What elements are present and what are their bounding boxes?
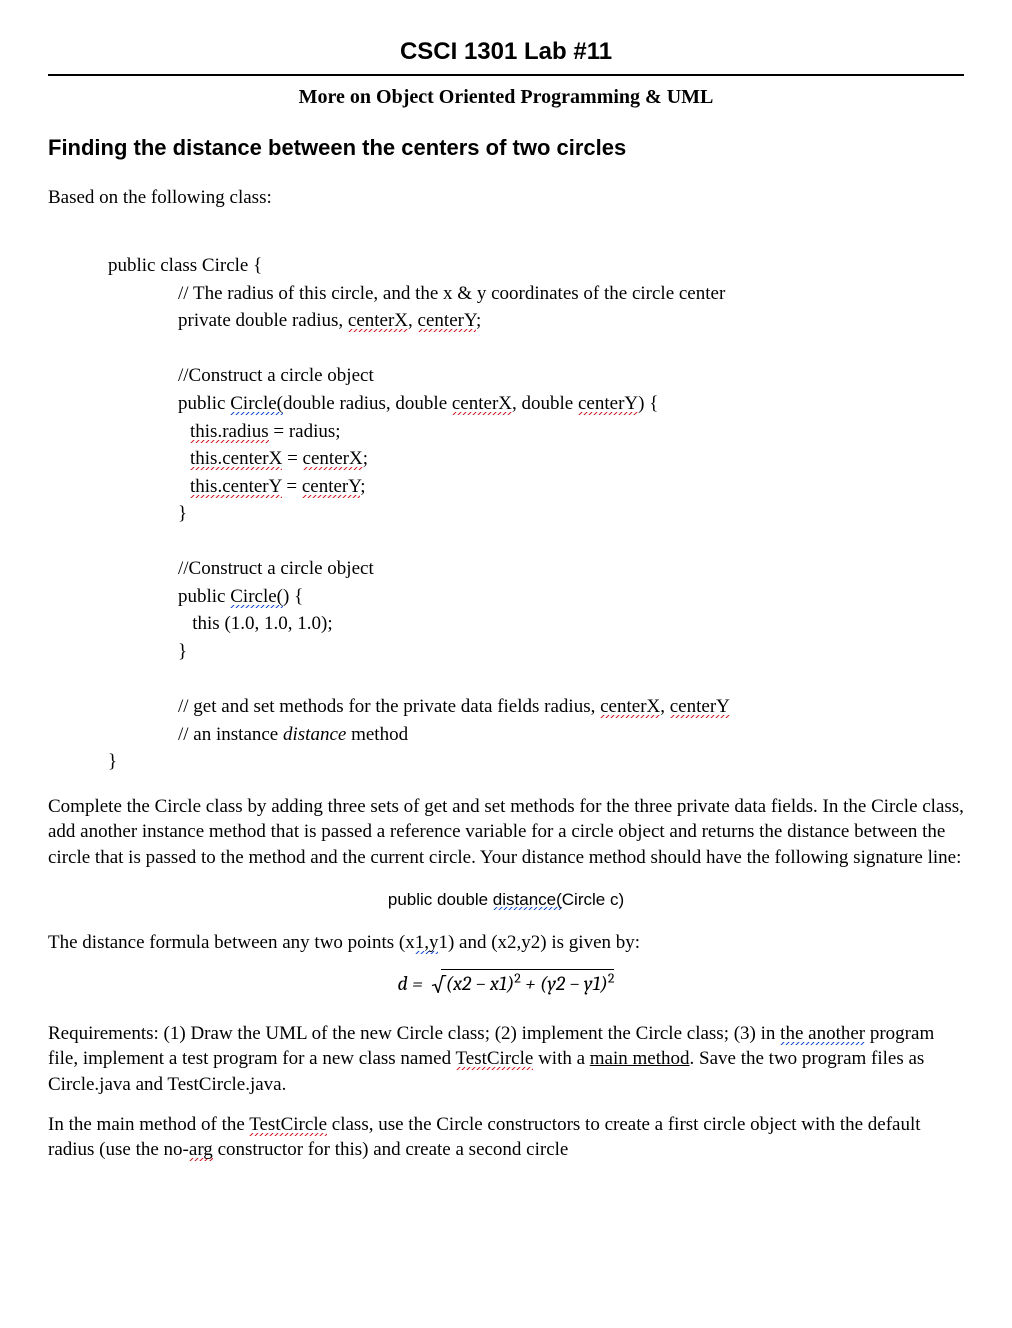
- intro-paragraph: Based on the following class:: [48, 185, 964, 211]
- code-line: public Circle() {: [108, 583, 303, 611]
- method-signature: public double distance(Circle c): [48, 889, 964, 912]
- paragraph: Requirements: (1) Draw the UML of the ne…: [48, 1021, 964, 1098]
- code-line: this.radius = radius;: [108, 418, 341, 446]
- code-line: // an instance distance method: [108, 721, 408, 749]
- code-line: this.centerY = centerY;: [108, 473, 366, 501]
- code-line: this.centerX = centerX;: [108, 445, 368, 473]
- section-heading: Finding the distance between the centers…: [48, 133, 964, 163]
- code-line: // get and set methods for the private d…: [108, 693, 730, 721]
- code-line: private double radius, centerX, centerY;: [108, 307, 481, 335]
- code-line: public Circle(double radius, double cent…: [108, 390, 658, 418]
- code-line: }: [108, 500, 187, 528]
- paragraph: Complete the Circle class by adding thre…: [48, 794, 964, 871]
- code-line: }: [108, 751, 117, 772]
- code-line: //Construct a circle object: [108, 555, 374, 583]
- paragraph: The distance formula between any two poi…: [48, 930, 964, 956]
- document-subtitle: More on Object Oriented Programming & UM…: [48, 84, 964, 111]
- code-line: }: [108, 638, 187, 666]
- course-title: CSCI 1301 Lab #11: [48, 36, 964, 68]
- code-line: //Construct a circle object: [108, 362, 374, 390]
- header-divider: [48, 74, 964, 76]
- code-block: public class Circle { // The radius of t…: [108, 225, 964, 776]
- distance-formula: d = √(x2 − x1)2 + (y2 − y1)2: [48, 969, 964, 999]
- code-line: // The radius of this circle, and the x …: [108, 280, 725, 308]
- paragraph: In the main method of the TestCircle cla…: [48, 1112, 964, 1163]
- code-line: this (1.0, 1.0, 1.0);: [108, 610, 333, 638]
- code-line: public class Circle {: [108, 255, 262, 276]
